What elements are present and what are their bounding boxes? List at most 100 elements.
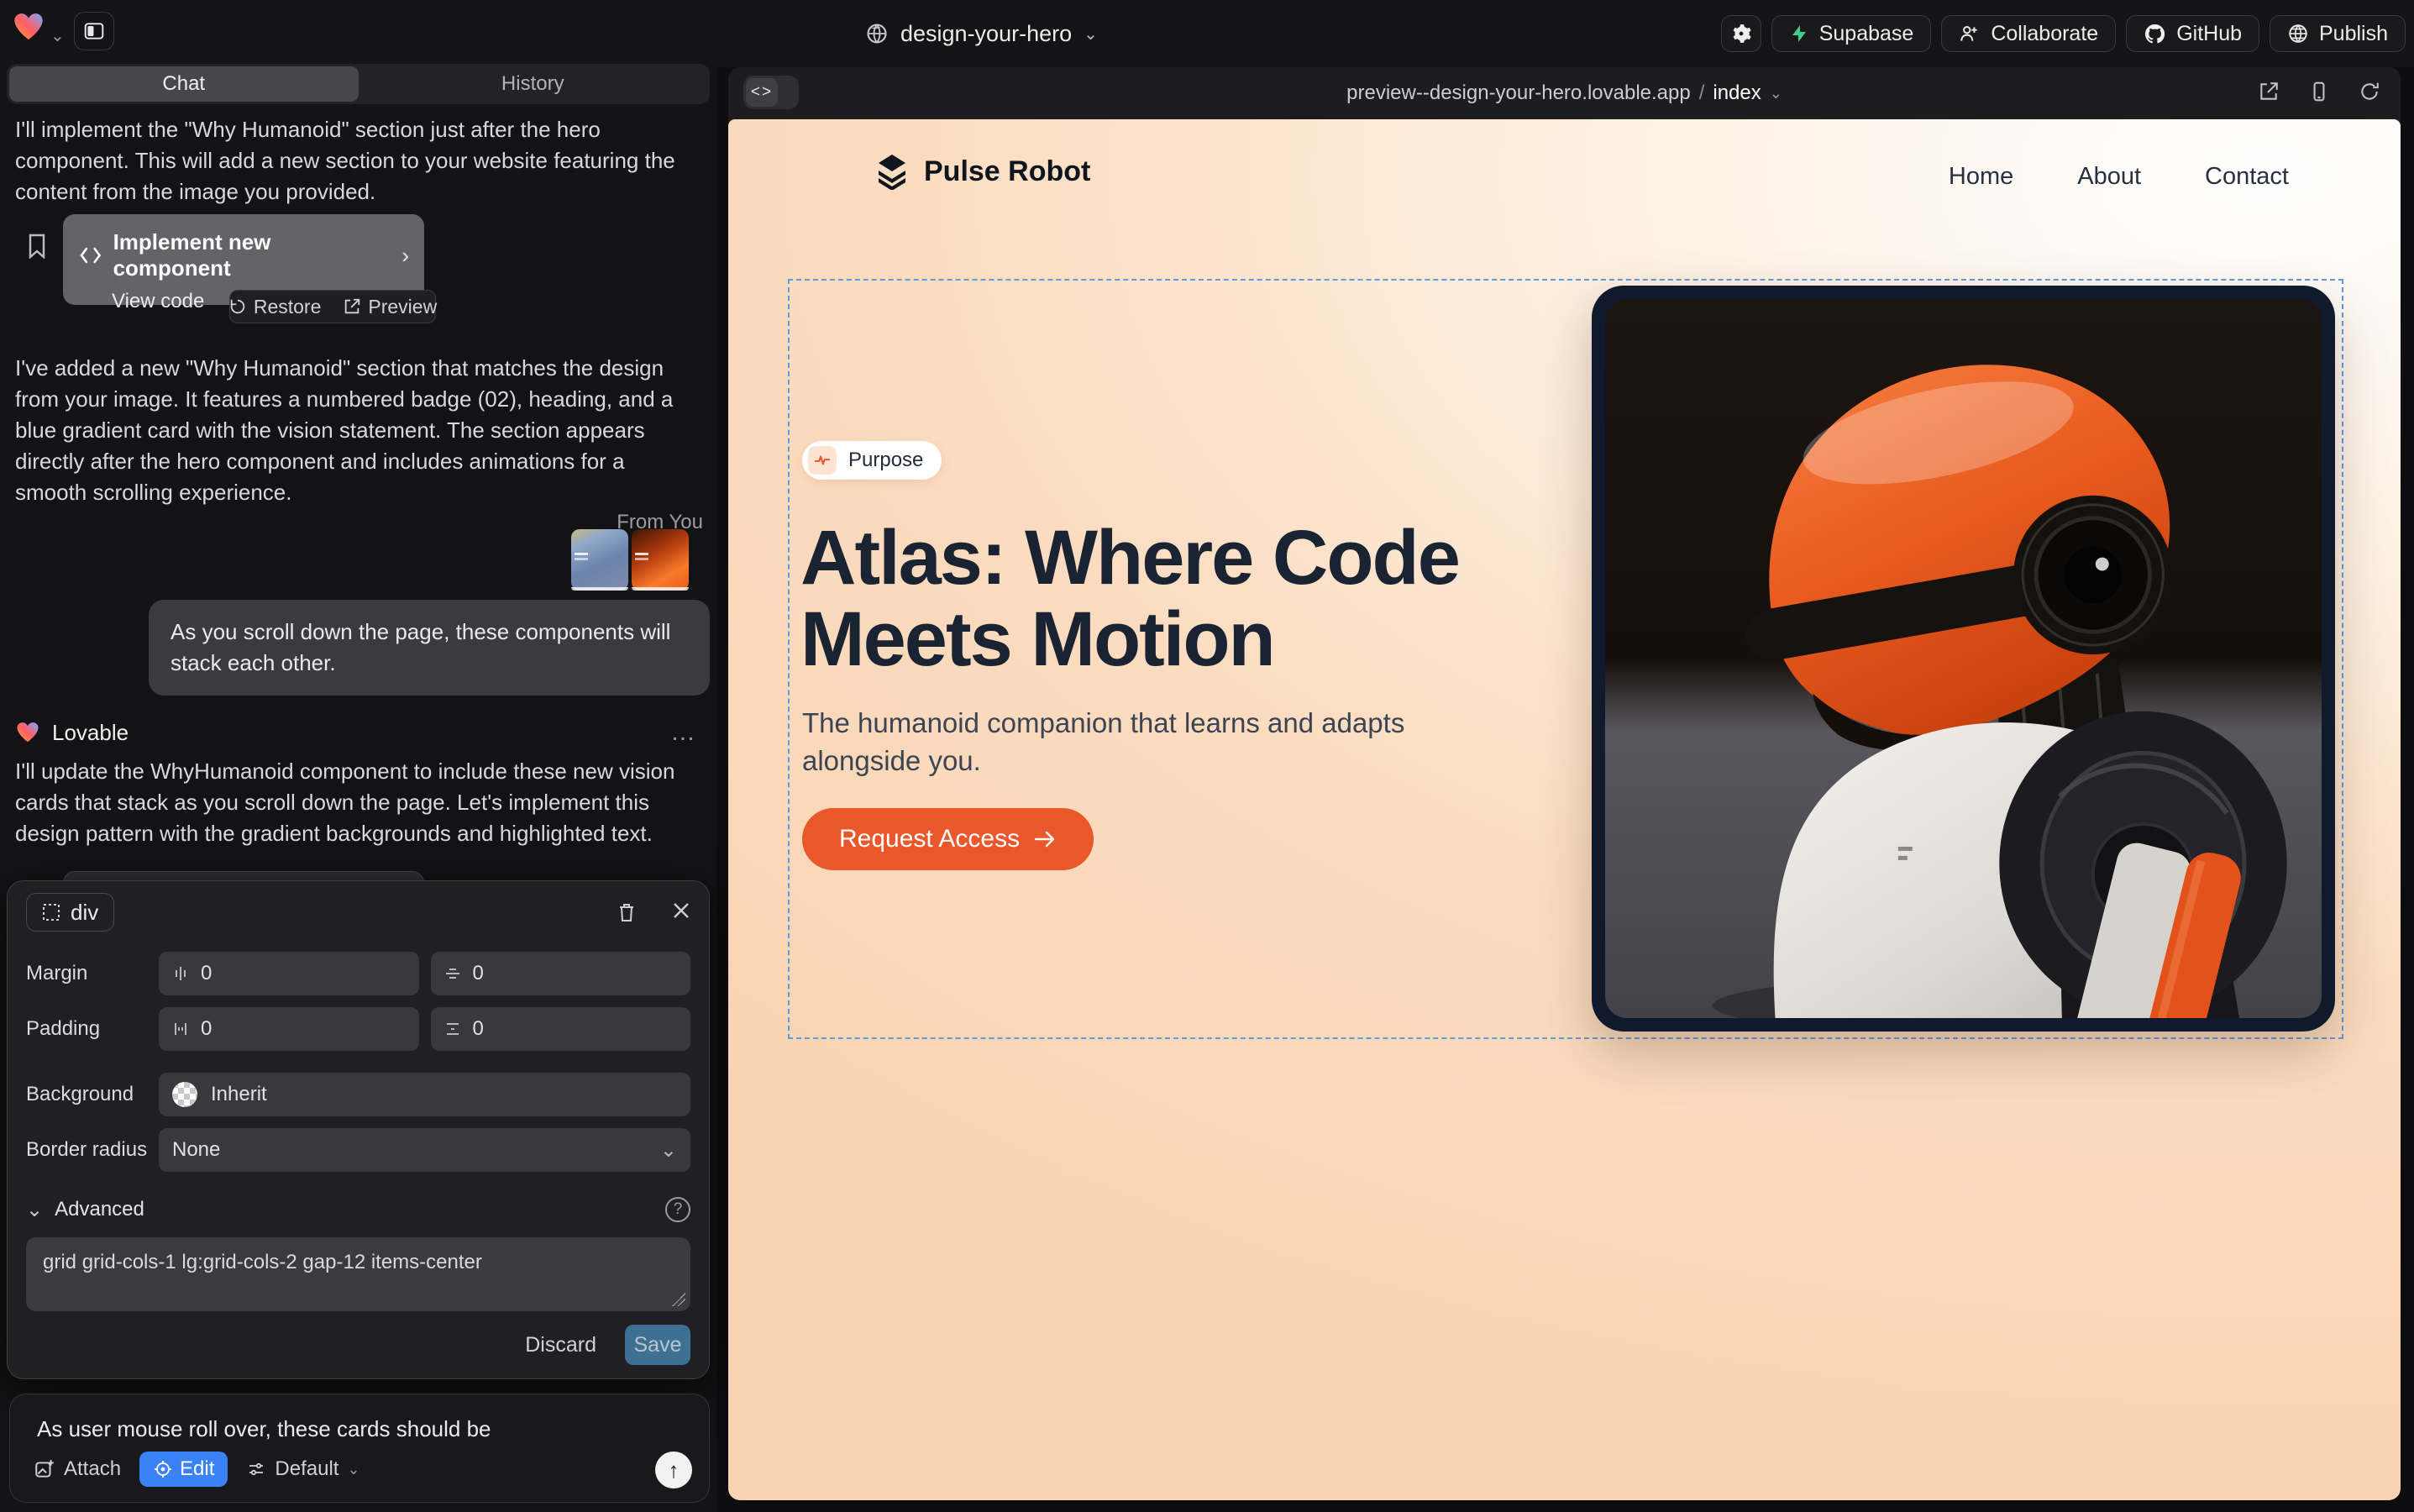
assistant-name: Lovable (52, 720, 129, 746)
transparency-swatch-icon (172, 1082, 197, 1107)
nav-home[interactable]: Home (1949, 163, 2013, 191)
attachment-thumbnail-orange[interactable] (632, 529, 689, 591)
message-menu-icon[interactable]: … (670, 718, 697, 747)
tailwind-classes-textarea[interactable]: grid grid-cols-1 lg:grid-cols-2 gap-12 i… (26, 1237, 690, 1311)
robot-image (1605, 299, 2322, 1018)
chat-composer[interactable]: As user mouse roll over, these cards sho… (9, 1394, 710, 1503)
gear-icon (1730, 23, 1752, 45)
padding-x-input[interactable]: 0 (159, 1007, 419, 1051)
target-icon (153, 1459, 173, 1479)
chevron-down-icon: ⌄ (1084, 24, 1098, 45)
chevron-down-icon: ⌄ (660, 1138, 677, 1163)
model-selector[interactable]: Default ⌄ (246, 1457, 359, 1481)
supabase-label: Supabase (1819, 22, 1914, 46)
close-icon[interactable] (672, 901, 690, 920)
project-name: design-your-hero (900, 21, 1072, 47)
attach-button[interactable]: Attach (34, 1457, 121, 1481)
user-message-bubble: As you scroll down the page, these compo… (149, 600, 710, 696)
background-value: Inherit (211, 1083, 267, 1106)
purpose-badge-label: Purpose (848, 449, 923, 472)
chat-history-tabs: Chat History (7, 64, 710, 104)
panel-left-icon (83, 20, 105, 42)
edit-mode-button[interactable]: Edit (139, 1452, 228, 1487)
open-in-new-tab-icon[interactable] (2258, 81, 2280, 102)
lovable-logo-icon[interactable] (12, 10, 45, 44)
hero-robot-card (1592, 286, 2335, 1032)
margin-y-value: 0 (473, 962, 484, 985)
preview-button[interactable]: Preview (343, 296, 437, 318)
preview-url-bar[interactable]: preview--design-your-hero.lovable.app / … (728, 67, 2401, 119)
restore-icon (228, 297, 247, 316)
help-icon[interactable]: ? (665, 1197, 690, 1222)
globe-icon (865, 22, 889, 45)
collaborate-button[interactable]: Collaborate (1941, 15, 2116, 52)
background-input[interactable]: Inherit (159, 1073, 690, 1116)
request-access-label: Request Access (839, 825, 1020, 853)
chevron-right-icon: › (401, 243, 409, 269)
globe-icon (2287, 23, 2309, 45)
edit-label: Edit (180, 1457, 214, 1481)
chevron-down-icon[interactable]: ⌄ (26, 1198, 43, 1222)
github-button[interactable]: GitHub (2126, 15, 2259, 52)
external-link-icon (343, 297, 361, 316)
preview-url: preview--design-your-hero.lovable.app (1346, 81, 1691, 105)
sidebar-toggle-button[interactable] (74, 12, 114, 50)
border-radius-select[interactable]: None ⌄ (159, 1128, 690, 1172)
lovable-heart-icon (15, 720, 40, 745)
dashed-box-icon (42, 903, 60, 921)
project-selector[interactable]: design-your-hero ⌄ (865, 15, 1098, 52)
collaborate-label: Collaborate (1991, 22, 2098, 46)
trash-icon[interactable] (617, 901, 637, 923)
send-button[interactable]: ↑ (655, 1452, 692, 1488)
tab-history-label: History (501, 72, 564, 96)
settings-button[interactable] (1721, 15, 1761, 52)
refresh-icon[interactable] (2359, 81, 2380, 102)
tab-history[interactable]: History (359, 66, 708, 102)
nav-about[interactable]: About (2077, 163, 2141, 191)
border-radius-label: Border radius (26, 1138, 159, 1162)
publish-label: Publish (2319, 22, 2388, 46)
preview-toolbar: <> preview--design-your-hero.lovable.app… (728, 67, 2401, 119)
chat-panel: Chat History I'll implement the "Why Hum… (0, 67, 716, 1512)
publish-button[interactable]: Publish (2270, 15, 2406, 52)
mode-label: Default (275, 1457, 338, 1481)
margin-x-input[interactable]: 0 (159, 952, 419, 995)
purpose-badge: Purpose (802, 441, 942, 480)
border-radius-value: None (172, 1138, 220, 1162)
selected-element-pill[interactable]: div (26, 893, 114, 932)
app-topbar: ⌄ design-your-hero ⌄ Supabase (0, 0, 2414, 67)
selected-element-tag: div (71, 900, 98, 926)
margin-label: Margin (26, 962, 159, 985)
pulse-robot-logo-icon (875, 153, 909, 190)
supabase-button[interactable]: Supabase (1771, 15, 1932, 52)
bookmark-icon[interactable] (27, 234, 47, 259)
preview-path: index (1713, 81, 1761, 105)
margin-y-input[interactable]: 0 (431, 952, 691, 995)
padding-vertical-icon (444, 1021, 461, 1037)
site-viewport: Pulse Robot Home About Contact Purpose A… (728, 119, 2401, 1500)
github-icon (2144, 23, 2166, 45)
attach-label: Attach (64, 1457, 121, 1481)
hero-heading: Atlas: Where Code Meets Motion (800, 517, 1624, 680)
code-icon (80, 247, 102, 264)
tab-chat-label: Chat (162, 72, 205, 96)
discard-button[interactable]: Discard (525, 1333, 596, 1357)
site-brand[interactable]: Pulse Robot (875, 153, 1090, 190)
composer-input[interactable]: As user mouse roll over, these cards sho… (37, 1416, 491, 1442)
attachment-thumbnail-blue[interactable] (571, 529, 628, 591)
save-button[interactable]: Save (625, 1325, 690, 1365)
padding-x-value: 0 (201, 1017, 212, 1041)
chevron-down-icon[interactable]: ⌄ (50, 25, 65, 46)
site-nav: Home About Contact (1949, 163, 2289, 191)
assistant-header: Lovable … (15, 718, 697, 747)
tab-chat[interactable]: Chat (9, 66, 359, 102)
restore-label: Restore (254, 296, 322, 318)
mobile-view-icon[interactable] (2308, 81, 2330, 102)
advanced-section-label[interactable]: Advanced (55, 1198, 144, 1221)
github-label: GitHub (2176, 22, 2242, 46)
nav-contact[interactable]: Contact (2205, 163, 2289, 191)
restore-button[interactable]: Restore (228, 296, 322, 318)
hero-subheading: The humanoid companion that learns and a… (802, 704, 1491, 780)
padding-y-input[interactable]: 0 (431, 1007, 691, 1051)
request-access-button[interactable]: Request Access (802, 808, 1094, 870)
